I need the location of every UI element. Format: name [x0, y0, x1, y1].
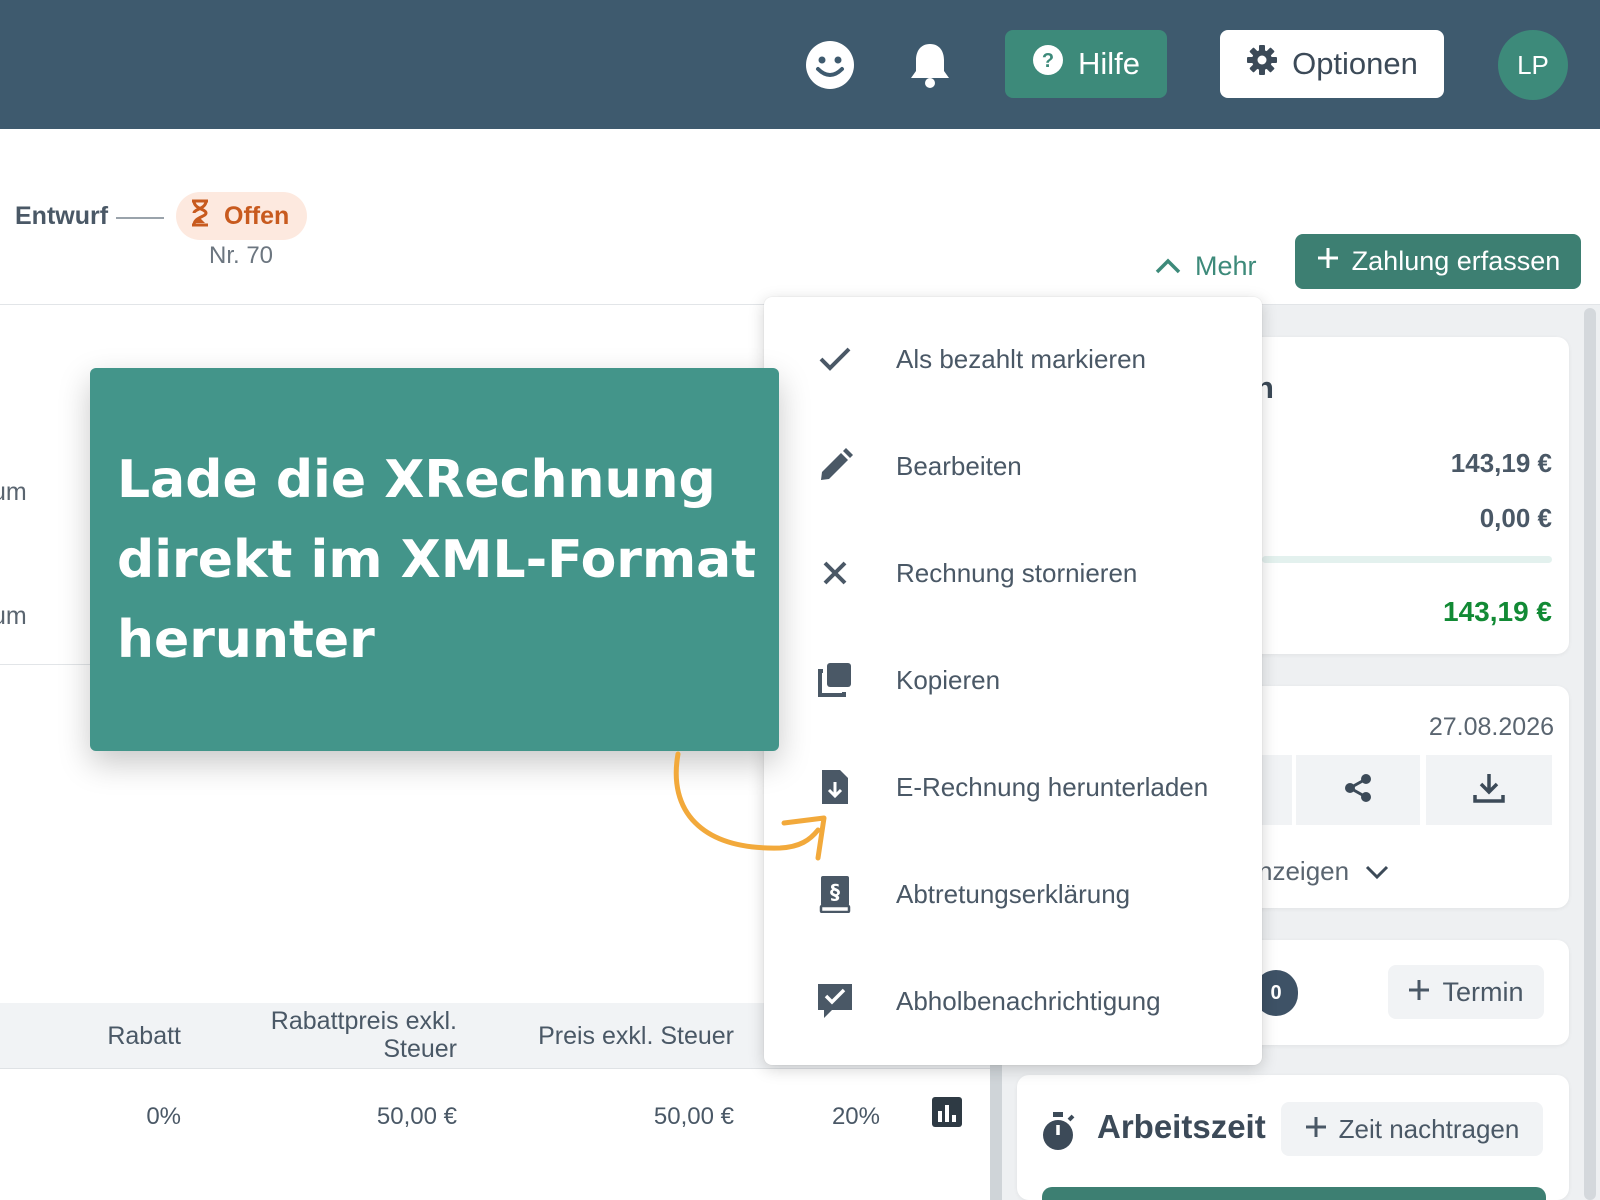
- add-payment-button[interactable]: Zahlung erfassen: [1295, 234, 1581, 289]
- menu-item-label: Rechnung stornieren: [896, 557, 1138, 588]
- menu-item-label: E-Rechnung herunterladen: [896, 771, 1209, 802]
- chevron-down-icon: [1365, 856, 1389, 887]
- field-label-date-1: um: [0, 478, 27, 506]
- menu-item-label: Abholbenachrichtigung: [896, 985, 1161, 1016]
- status-badge-open: Offen: [176, 192, 308, 240]
- cell-discount: 0%: [146, 1103, 181, 1130]
- add-payment-label: Zahlung erfassen: [1351, 246, 1561, 276]
- column-header-discount-price-line1: Rabattpreis exkl.: [270, 1007, 457, 1035]
- status-connector: [116, 217, 164, 219]
- svg-text:?: ?: [1042, 50, 1054, 72]
- bell-icon[interactable]: [905, 40, 955, 90]
- top-bar: ? Hilfe Optionen LP: [0, 0, 1600, 129]
- column-header-discount: Rabatt: [107, 1022, 181, 1050]
- amount-total: 143,19 €: [1443, 596, 1552, 627]
- amount-paid: 0,00 €: [1479, 503, 1552, 533]
- plus-icon: [1305, 1114, 1327, 1145]
- options-button[interactable]: Optionen: [1220, 30, 1444, 98]
- menu-item-label: Abtretungserklärung: [896, 878, 1131, 909]
- callout-line: direkt im XML-Format: [117, 530, 757, 590]
- callout-text: Lade die XRechnung direkt im XML-Format …: [117, 440, 757, 680]
- options-label: Optionen: [1292, 46, 1418, 81]
- cell-discount-price: 50,00 €: [376, 1103, 457, 1130]
- add-appointment-button[interactable]: Termin: [1388, 965, 1544, 1019]
- menu-item-copy[interactable]: Kopieren: [764, 627, 1262, 733]
- invoice-number: Nr. 70: [209, 242, 274, 269]
- pointer-arrow-icon: [673, 751, 827, 861]
- stopwatch-icon: [1040, 1112, 1076, 1152]
- payment-progress: [1262, 556, 1552, 563]
- download-icon: [1472, 771, 1506, 810]
- chevron-up-icon: [1155, 251, 1181, 282]
- more-label: Mehr: [1195, 250, 1257, 281]
- download-button[interactable]: [1426, 755, 1552, 825]
- pencil-icon: [816, 447, 854, 485]
- status-draft: Entwurf: [15, 202, 109, 230]
- document-header: Entwurf Offen Nr. 70 Mehr Zahlung erfass…: [0, 129, 1600, 305]
- status-open-label: Offen: [224, 201, 290, 230]
- menu-item-mark-paid[interactable]: Als bezahlt markieren: [764, 306, 1262, 412]
- worktime-primary-button[interactable]: [1042, 1187, 1546, 1200]
- paragraph-book-icon: §: [816, 875, 854, 913]
- menu-item-cancel-invoice[interactable]: Rechnung stornieren: [764, 520, 1262, 626]
- worktime-title: Arbeitszeit: [1097, 1108, 1266, 1145]
- help-label: Hilfe: [1077, 46, 1140, 81]
- question-icon: ?: [1032, 44, 1064, 84]
- check-icon: [816, 340, 854, 378]
- help-button[interactable]: ? Hilfe: [1005, 30, 1167, 98]
- add-time-button[interactable]: Zeit nachtragen: [1281, 1102, 1543, 1156]
- gear-icon: [1246, 44, 1278, 84]
- show-more-toggle[interactable]: nzeigen: [1258, 856, 1389, 887]
- document-date: 27.08.2026: [1428, 713, 1554, 741]
- avatar[interactable]: LP: [1498, 30, 1568, 100]
- amount-net: 143,19 €: [1450, 448, 1552, 478]
- add-appointment-label: Termin: [1442, 976, 1524, 1007]
- menu-item-edit[interactable]: Bearbeiten: [764, 413, 1262, 519]
- menu-item-label: Kopieren: [896, 664, 1001, 695]
- menu-item-label: Bearbeiten: [896, 450, 1022, 481]
- callout-line: herunter: [117, 610, 375, 670]
- message-check-icon: [816, 982, 854, 1020]
- panel-resize-handle[interactable]: [990, 1062, 1002, 1200]
- scrollbar[interactable]: [1584, 308, 1596, 1200]
- hourglass-icon: [190, 199, 210, 234]
- copy-icon: [816, 661, 854, 699]
- menu-item-pickup-notification[interactable]: Abholbenachrichtigung: [764, 948, 1262, 1054]
- bar-chart-icon[interactable]: [932, 1097, 962, 1127]
- smiley-icon[interactable]: [805, 40, 855, 90]
- callout-line: Lade die XRechnung: [117, 450, 716, 510]
- svg-text:§: §: [830, 880, 840, 904]
- column-header-price-excl-tax: Preis exkl. Steuer: [538, 1022, 734, 1050]
- share-icon: [1342, 772, 1374, 809]
- column-header-discount-price-line2: Steuer: [383, 1035, 457, 1063]
- cell-price-excl-tax: 50,00 €: [653, 1103, 734, 1130]
- plus-icon: [1408, 977, 1430, 1008]
- plus-icon: [1316, 246, 1340, 277]
- menu-item-label: Als bezahlt markieren: [896, 343, 1146, 374]
- share-button[interactable]: [1296, 755, 1420, 825]
- document-action-button[interactable]: [1262, 755, 1292, 825]
- cell-tax-rate: 20%: [831, 1103, 880, 1130]
- close-icon: [816, 554, 854, 592]
- show-more-label: nzeigen: [1258, 856, 1350, 886]
- more-toggle[interactable]: Mehr: [1155, 242, 1257, 290]
- field-label-date-2: um: [0, 602, 27, 630]
- add-time-label: Zeit nachtragen: [1338, 1113, 1520, 1144]
